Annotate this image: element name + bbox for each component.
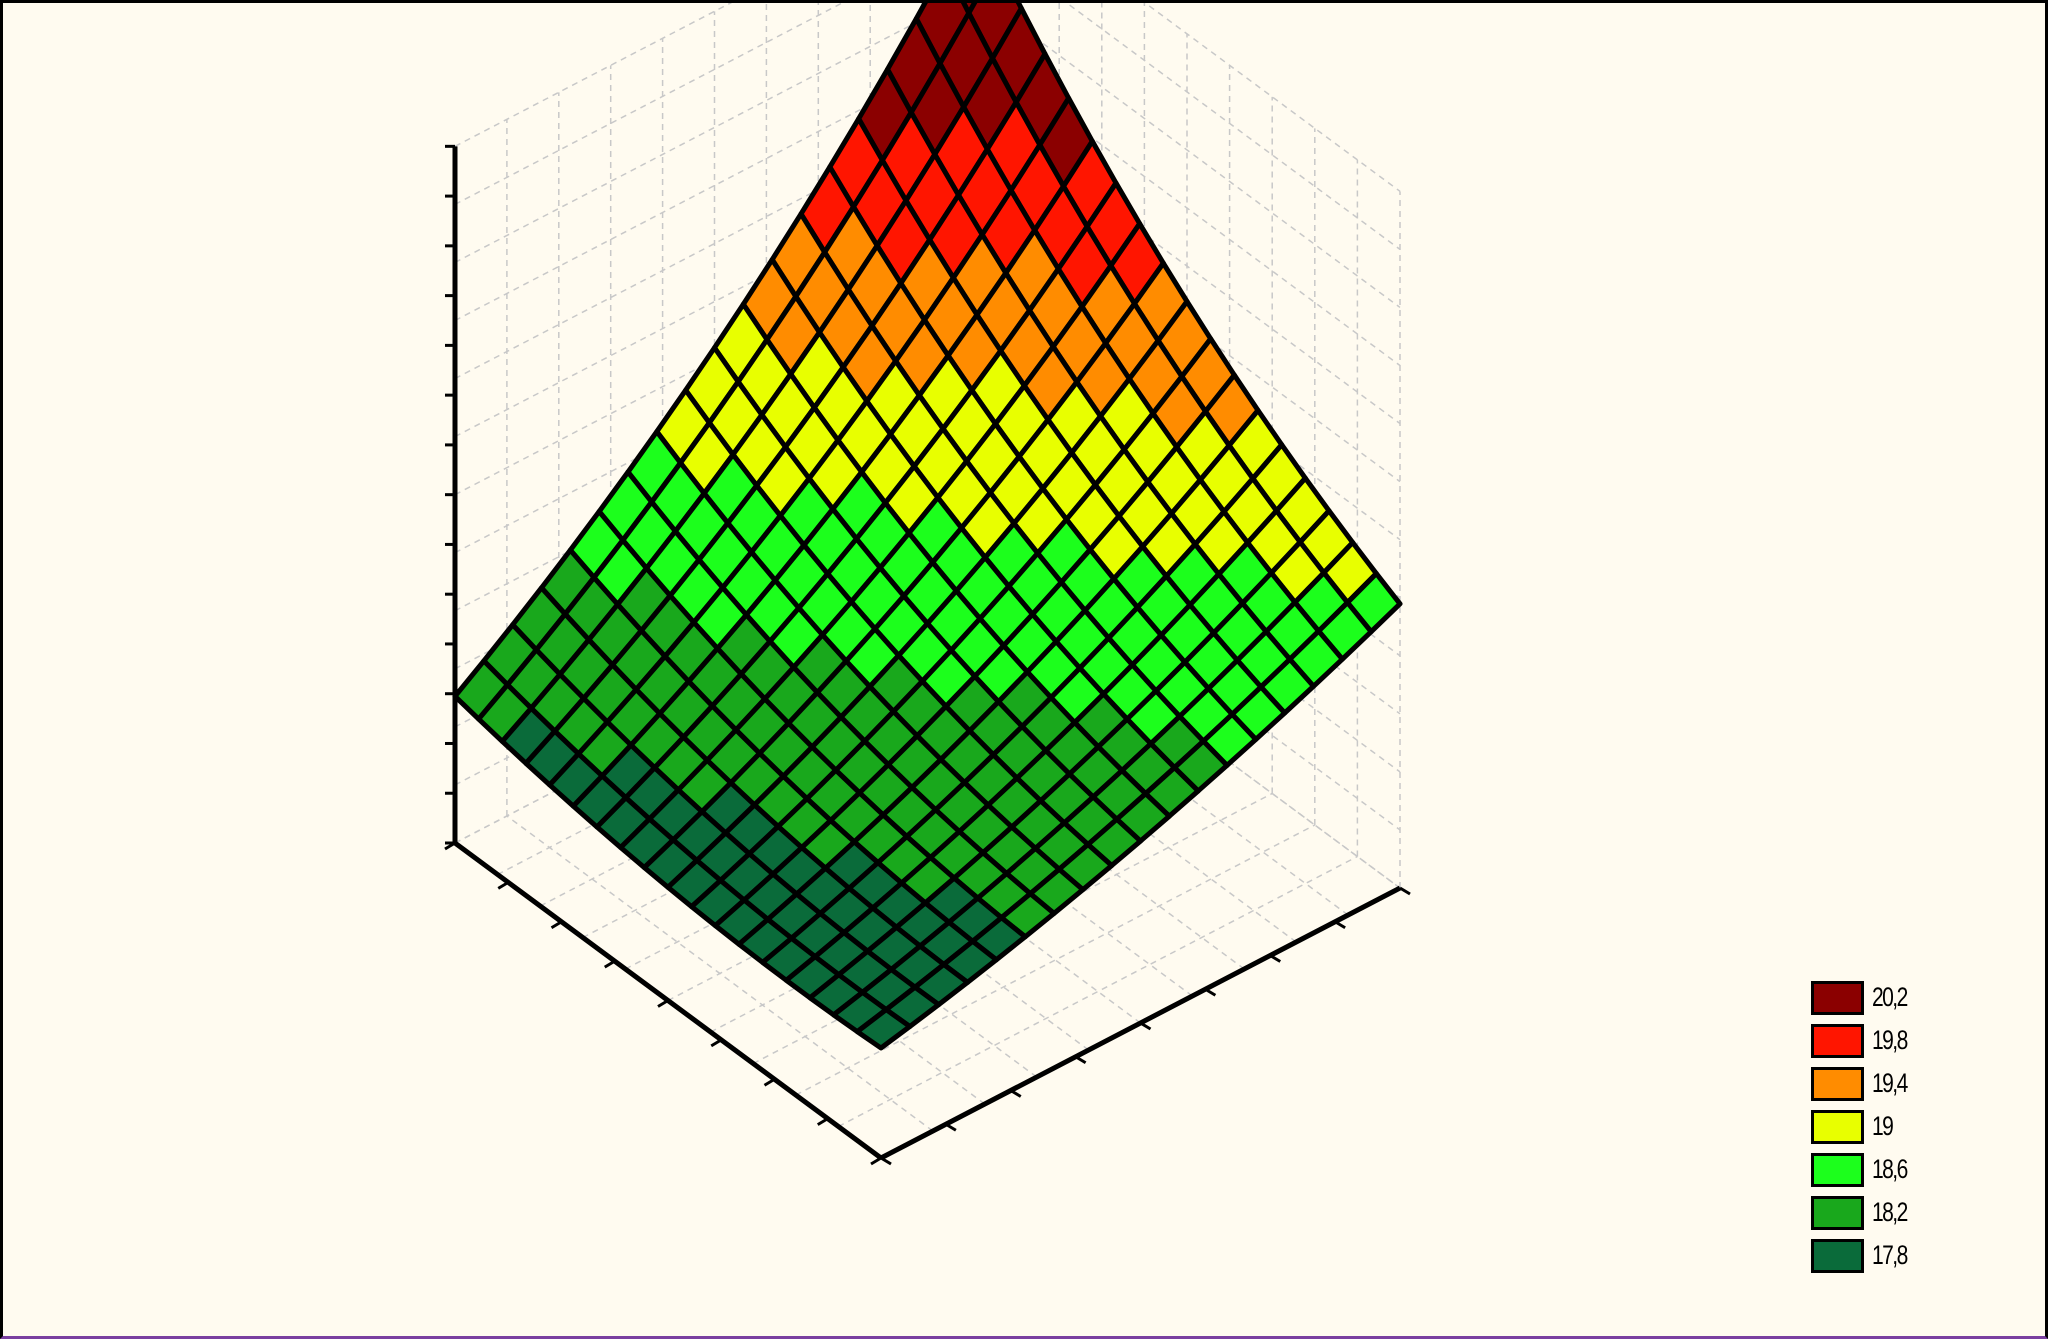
legend-item: 20,2 <box>1811 976 1931 1019</box>
legend: 20,2 19,8 19,4 19 18,6 18,2 17,8 <box>1811 976 1931 1277</box>
legend-swatch <box>1811 1109 1864 1144</box>
x-tick <box>497 881 510 890</box>
legend-item: 19 <box>1811 1105 1931 1148</box>
legend-item: 17,8 <box>1811 1234 1931 1277</box>
legend-label: 19 <box>1872 1111 1894 1141</box>
x-tick <box>870 1156 882 1166</box>
legend-label: 18,2 <box>1872 1197 1908 1227</box>
x-tick <box>657 999 669 1008</box>
legend-label: 18,6 <box>1872 1154 1908 1184</box>
legend-label: 19,4 <box>1872 1068 1908 1098</box>
legend-label: 19,8 <box>1872 1025 1908 1055</box>
x-tick <box>710 1038 723 1048</box>
legend-swatch <box>1811 1152 1864 1187</box>
x-tick <box>763 1077 776 1087</box>
y-tick <box>1399 886 1411 896</box>
legend-swatch <box>1811 1066 1864 1101</box>
legend-swatch <box>1811 1238 1864 1273</box>
y-tick <box>1269 954 1282 963</box>
legend-item: 18,2 <box>1811 1191 1931 1234</box>
y-tick <box>1334 920 1346 930</box>
surface-plot <box>444 3 1411 1166</box>
y-tick <box>945 1122 957 1132</box>
x-tick <box>550 920 563 930</box>
y-tick <box>1139 1021 1152 1031</box>
legend-swatch <box>1811 1195 1864 1230</box>
y-tick <box>880 1156 892 1166</box>
legend-item: 19,4 <box>1811 1062 1931 1105</box>
legend-label: 20,2 <box>1872 982 1908 1012</box>
x-tick <box>816 1117 829 1126</box>
chart-frame: 20,2 19,8 19,4 19 18,6 18,2 17,8 <box>0 0 2048 1339</box>
x-tick <box>603 959 616 969</box>
legend-item: 19,8 <box>1811 1019 1931 1062</box>
legend-swatch <box>1811 1023 1864 1058</box>
y-tick <box>1009 1089 1022 1098</box>
legend-label: 17,8 <box>1872 1240 1908 1270</box>
y-tick <box>1204 987 1217 997</box>
y-tick <box>1074 1055 1087 1065</box>
legend-swatch <box>1811 980 1864 1015</box>
legend-item: 18,6 <box>1811 1148 1931 1191</box>
